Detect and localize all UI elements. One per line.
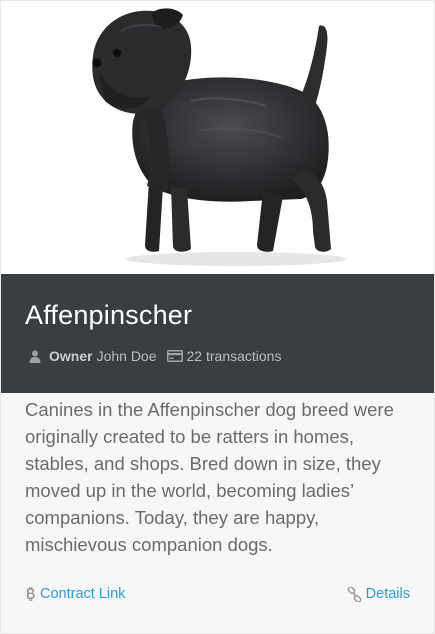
contract-link[interactable]: Contract Link bbox=[25, 586, 125, 602]
user-icon bbox=[29, 350, 41, 363]
transactions-count: 22 transactions bbox=[166, 348, 282, 364]
dog-photo bbox=[1, 1, 434, 274]
credit-card-icon bbox=[166, 350, 183, 362]
dog-illustration bbox=[92, 8, 346, 266]
link-icon bbox=[347, 586, 362, 602]
breed-description: Canines in the Affenpinscher dog breed w… bbox=[25, 399, 394, 555]
card-header: Affenpinscher Owner John Doe 22 transact… bbox=[1, 274, 434, 393]
card-footer: Contract Link Details bbox=[1, 586, 434, 610]
card-meta: Owner John Doe 22 transactions bbox=[29, 348, 281, 364]
contract-link-label: Contract Link bbox=[40, 586, 126, 602]
breed-title: Affenpinscher bbox=[25, 300, 193, 330]
transactions-text: 22 transactions bbox=[186, 348, 282, 364]
owner-label: Owner bbox=[49, 348, 93, 364]
owner-name: John Doe bbox=[96, 348, 157, 364]
details-link[interactable]: Details bbox=[347, 586, 410, 602]
bitcoin-icon bbox=[25, 587, 36, 601]
details-link-label: Details bbox=[365, 586, 410, 602]
dog-card: Affenpinscher Owner John Doe 22 transact… bbox=[0, 0, 435, 634]
